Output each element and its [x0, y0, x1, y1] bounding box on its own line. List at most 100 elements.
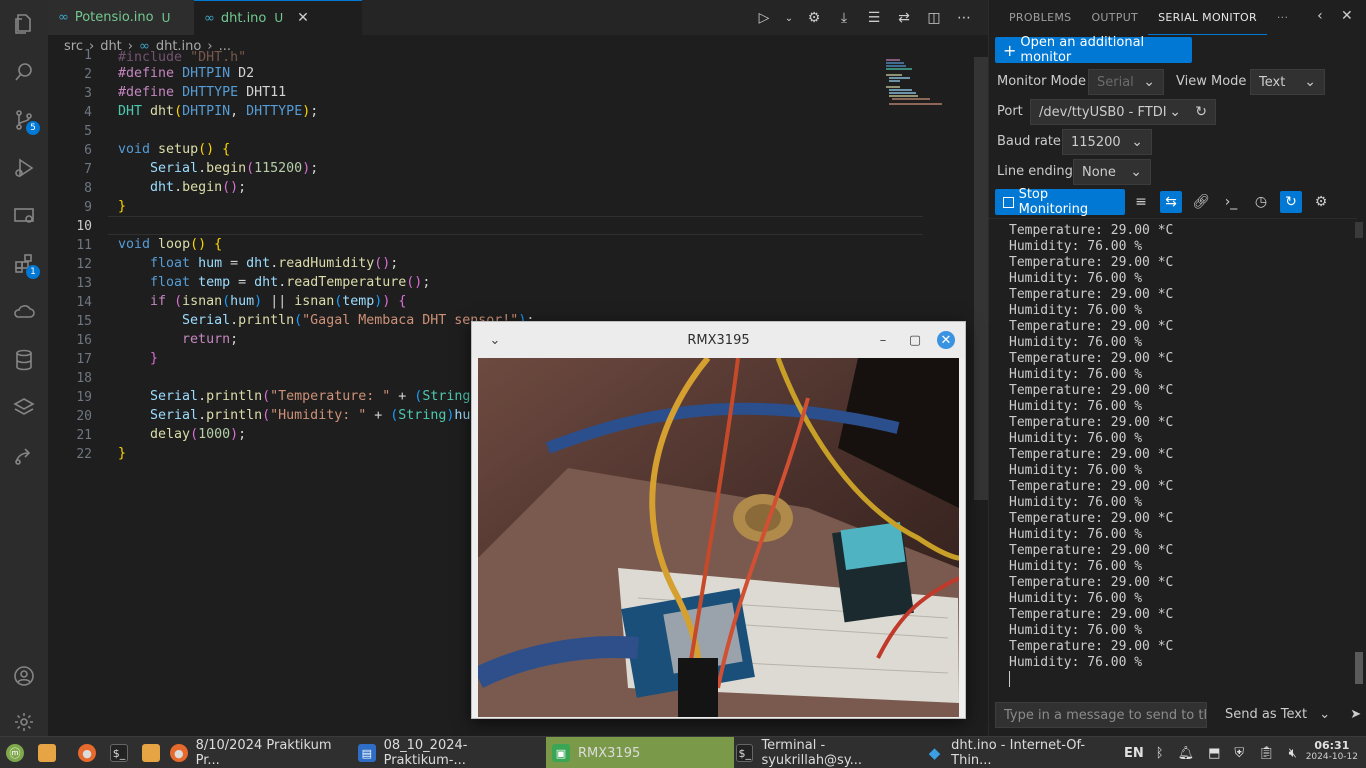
autoscroll-icon[interactable]: ↻ — [1280, 191, 1302, 213]
activity-bar: 5 1 — [0, 0, 48, 736]
list-icon[interactable]: ☰ — [864, 8, 884, 28]
bluetooth-icon[interactable]: ᛒ — [1156, 746, 1164, 761]
chevron-down-icon: ⌄ — [1131, 134, 1143, 150]
source-control-icon[interactable]: 5 — [0, 96, 48, 144]
taskbar-item-document[interactable]: ▤ 08_10_2024-Praktikum-... — [358, 737, 546, 768]
line-number: 19 — [76, 390, 92, 405]
code-line-9: } — [118, 199, 127, 214]
link-icon[interactable]: 🔗︎ — [1190, 191, 1212, 213]
search-icon[interactable] — [0, 48, 48, 96]
clock[interactable]: 06:31 2024-10-12 — [1306, 739, 1358, 762]
volume-muted-icon[interactable]: 🔇︎ — [1289, 746, 1297, 761]
send-icon[interactable]: ➤ — [1350, 707, 1361, 722]
tab-serial-monitor[interactable]: SERIAL MONITOR — [1148, 0, 1267, 35]
code-line-13: float temp = dht.readTemperature(); — [150, 275, 431, 290]
serial-line: Temperature: 29.00 *C — [1009, 319, 1174, 334]
clock-icon[interactable]: ◷ — [1250, 191, 1272, 213]
serial-output[interactable]: Temperature: 29.00 *C Humidity: 76.00 % Te… — [989, 218, 1357, 698]
line-ending-value: None — [1082, 164, 1116, 180]
code-line-4: DHT dht(DHTPIN, DHTTYPE); — [118, 104, 319, 119]
keyboard-layout-indicator[interactable]: EN — [1124, 746, 1144, 761]
taskbar-item-firefox[interactable]: ● 8/10/2024 Praktikum Pr... — [170, 737, 356, 768]
compare-icon[interactable]: ⇄ — [894, 8, 914, 28]
serial-line: Humidity: 76.00 % — [1009, 623, 1143, 638]
layers-icon[interactable] — [0, 384, 48, 432]
run-debug-icon[interactable] — [0, 144, 48, 192]
tab-potensio[interactable]: ∞ Potensio.ino U — [48, 0, 194, 35]
terminal-launcher-icon[interactable]: $_ — [110, 737, 132, 768]
config-gear-icon[interactable]: ⚙ — [804, 8, 824, 28]
line-number: 2 — [84, 67, 92, 82]
refresh-icon[interactable]: ↻ — [1195, 104, 1207, 120]
line-number: 9 — [84, 200, 92, 215]
line-number: 1 — [84, 48, 92, 63]
account-icon[interactable] — [0, 652, 48, 700]
taskbar-item-rmx3195[interactable]: ▣ RMX3195 — [546, 737, 734, 768]
line-ending-select[interactable]: None ⌄ — [1073, 159, 1151, 185]
explorer-icon[interactable] — [0, 0, 48, 48]
send-message-input[interactable]: Type in a message to send to the se — [995, 702, 1207, 728]
port-label: Port — [997, 104, 1023, 119]
tab-dht[interactable]: ∞ dht.ino U ✕ — [194, 0, 362, 35]
close-icon[interactable]: ✕ — [297, 10, 309, 26]
remote-explorer-icon[interactable] — [0, 192, 48, 240]
menu-logo-icon[interactable]: ⓜ — [6, 737, 30, 768]
window-titlebar[interactable]: ⌄ RMX3195 – ▢ ✕ — [472, 322, 965, 358]
stop-monitoring-button[interactable]: Stop Monitoring — [995, 187, 1125, 217]
maximize-icon[interactable]: ▢ — [906, 331, 924, 349]
cloud-icon[interactable] — [0, 288, 48, 336]
toggle-timestamp-icon[interactable]: ⇆ — [1160, 191, 1182, 213]
open-monitor-button[interactable]: + Open an additional monitor — [995, 35, 1192, 65]
firefox-icon[interactable]: ● — [78, 737, 100, 768]
serial-line: Temperature: 29.00 *C — [1009, 479, 1174, 494]
word-wrap-icon[interactable]: ≡ — [1130, 191, 1152, 213]
monitor-mode-value: Serial — [1097, 74, 1134, 90]
folder-icon[interactable] — [142, 737, 164, 768]
tab-more[interactable]: ··· — [1267, 0, 1298, 35]
port-select[interactable]: /dev/ttyUSB0 - FTDI ⌄ ↻ — [1030, 99, 1216, 125]
clipboard-icon[interactable]: 📋︎ — [1258, 746, 1275, 761]
upload-icon[interactable]: ⤓ — [834, 8, 854, 28]
line-number: 7 — [84, 162, 92, 177]
taskbar-item-terminal[interactable]: $_ Terminal - syukrillah@sy... — [736, 737, 924, 768]
notification-bell-icon[interactable]: 🔔︎ — [1178, 746, 1195, 761]
chevron-left-icon[interactable]: ‹ — [1317, 8, 1323, 24]
monitor-mode-select[interactable]: Serial ⌄ — [1088, 69, 1164, 95]
close-icon[interactable]: ✕ — [937, 331, 955, 349]
current-line-highlight — [108, 216, 923, 235]
taskbar-item-label: dht.ino - Internet-Of-Thin... — [951, 738, 1086, 768]
line-number: 12 — [76, 257, 92, 272]
editor-scrollbar[interactable] — [974, 57, 988, 500]
send-as-select[interactable]: Send as Text ⌄ ➤ — [1225, 707, 1361, 722]
line-number: 15 — [76, 314, 92, 329]
close-icon[interactable]: ✕ — [1341, 8, 1353, 24]
split-editor-icon[interactable]: ◫ — [924, 8, 944, 28]
more-icon[interactable]: ⋯ — [954, 8, 974, 28]
code-line-12: float hum = dht.readHumidity(); — [150, 256, 399, 271]
code-line-6: void setup() { — [118, 142, 231, 157]
extensions-icon[interactable]: 1 — [0, 240, 48, 288]
minimap[interactable] — [886, 57, 946, 107]
view-mode-select[interactable]: Text ⌄ — [1250, 69, 1325, 95]
serial-line: Humidity: 76.00 % — [1009, 559, 1143, 574]
camera-window[interactable]: ⌄ RMX3195 – ▢ ✕ — [471, 321, 966, 719]
files-icon[interactable] — [38, 737, 60, 768]
serial-line: Temperature: 29.00 *C — [1009, 511, 1174, 526]
settings-gear-icon[interactable]: ⚙ — [1310, 191, 1332, 213]
serial-line: Humidity: 76.00 % — [1009, 431, 1143, 446]
shield-icon[interactable]: ⛨ — [1234, 746, 1244, 761]
serial-scrollbar[interactable] — [1353, 222, 1365, 686]
platformio-icon[interactable] — [0, 432, 48, 480]
baud-rate-select[interactable]: 115200 ⌄ — [1062, 129, 1152, 155]
run-icon[interactable]: ▷ — [754, 8, 774, 28]
stop-monitoring-label: Stop Monitoring — [1018, 187, 1089, 217]
database-icon[interactable] — [0, 336, 48, 384]
tab-problems[interactable]: PROBLEMS — [999, 0, 1081, 35]
chevron-down-icon[interactable]: ⌄ — [784, 8, 794, 28]
chevron-down-icon[interactable]: ⌄ — [486, 331, 504, 349]
terminal-icon[interactable]: ›_ — [1220, 191, 1242, 213]
taskbar-item-vscode[interactable]: ◆ dht.ino - Internet-Of-Thin... — [926, 737, 1116, 768]
minimize-icon[interactable]: – — [874, 331, 892, 349]
tab-output[interactable]: OUTPUT — [1081, 0, 1148, 35]
updates-icon[interactable]: ⬒ — [1208, 746, 1220, 761]
